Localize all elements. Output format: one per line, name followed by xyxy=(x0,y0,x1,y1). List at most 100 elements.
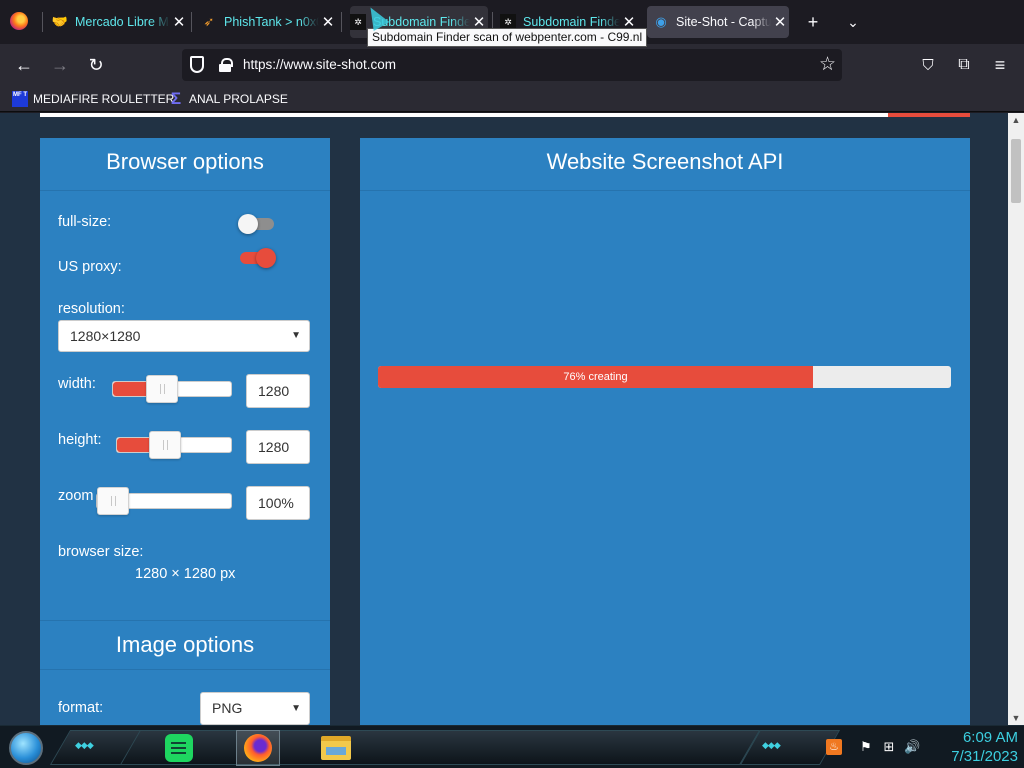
close-icon[interactable]: ✕ xyxy=(319,13,337,31)
new-tab-button[interactable]: + xyxy=(800,9,826,35)
shield-icon[interactable] xyxy=(190,56,204,73)
tab-title: PhishTank > n0x0 xyxy=(224,15,319,29)
taskbar-firefox-app[interactable] xyxy=(236,730,280,766)
close-icon[interactable]: ✕ xyxy=(170,13,188,31)
taskbar-ornament: ◆◆◆ xyxy=(75,740,94,750)
taskbar-notes-app[interactable] xyxy=(157,730,201,766)
us-proxy-label: US proxy: xyxy=(58,259,122,275)
firefox-icon xyxy=(244,734,272,762)
tab-strip: 🤝 Mercado Libre M ✕ ➶ PhishTank > n0x0 ✕… xyxy=(0,0,1024,47)
forward-button[interactable]: → xyxy=(46,51,74,79)
slider-handle[interactable] xyxy=(97,487,129,515)
system-clock[interactable]: 6:09 AM 7/31/2023 xyxy=(928,728,1018,766)
full-size-toggle[interactable] xyxy=(238,214,274,234)
clock-date: 7/31/2023 xyxy=(951,748,1018,765)
progress-label: 76% creating xyxy=(563,371,628,383)
tab-separator xyxy=(191,12,192,32)
lock-icon[interactable] xyxy=(219,58,233,72)
browser-options-panel: Browser options full-size: US proxy: res… xyxy=(40,138,330,725)
toggle-knob xyxy=(256,248,276,268)
handshake-icon: 🤝 xyxy=(51,14,69,29)
zoom-label: zoom xyxy=(58,488,94,504)
browser-window: 🤝 Mercado Libre M ✕ ➶ PhishTank > n0x0 ✕… xyxy=(0,0,1024,768)
scroll-down-icon[interactable]: ▼ xyxy=(1008,711,1024,725)
toggle-knob xyxy=(238,214,258,234)
height-slider[interactable] xyxy=(116,431,232,459)
flag-icon[interactable]: ⚑ xyxy=(858,739,874,755)
tab-separator xyxy=(42,12,43,32)
full-size-label: full-size: xyxy=(58,214,112,230)
format-value: PNG xyxy=(212,700,243,716)
pocket-icon: ⛉ xyxy=(922,56,934,74)
bookmark-mediafire[interactable]: MF T MEDIAFIRE ROULETTER xyxy=(12,90,174,108)
width-label: width: xyxy=(58,376,96,392)
taskbar-ornament: ◆◆◆ xyxy=(762,740,781,750)
us-proxy-toggle[interactable] xyxy=(240,248,276,268)
width-input[interactable]: 1280 xyxy=(246,374,310,408)
bookmark-label: MEDIAFIRE ROULETTER xyxy=(33,92,175,106)
taskbar-file-explorer-app[interactable] xyxy=(314,730,358,766)
back-button[interactable]: ← xyxy=(10,51,38,79)
slider-handle[interactable] xyxy=(149,431,181,459)
tab-mercado-libre[interactable]: 🤝 Mercado Libre M ✕ xyxy=(52,6,188,38)
puzzle-icon: ⧉ xyxy=(958,56,970,73)
slider-handle[interactable] xyxy=(146,375,178,403)
scrollbar-thumb[interactable] xyxy=(1011,139,1021,203)
list-all-tabs-button[interactable]: ⌄ xyxy=(840,9,866,35)
mediafire-icon: MF T xyxy=(12,91,28,107)
bookmarks-toolbar: MF T MEDIAFIRE ROULETTER Σ ANAL PROLAPSE xyxy=(0,86,1024,112)
zoom-slider[interactable] xyxy=(96,487,232,515)
tab-phishtank[interactable]: ➶ PhishTank > n0x0 ✕ xyxy=(201,6,337,38)
url-input-strip xyxy=(40,113,970,117)
arrow-left-icon: ← xyxy=(15,54,33,75)
pocket-button[interactable]: ⛉ xyxy=(914,51,942,79)
reload-button[interactable]: ↻ xyxy=(82,51,110,79)
progress-bar: 76% creating xyxy=(378,366,951,388)
page-scrollbar[interactable]: ▲ ▼ xyxy=(1008,113,1024,725)
clock-time: 6:09 AM xyxy=(962,729,1018,746)
start-button[interactable] xyxy=(9,731,43,765)
scroll-up-icon[interactable]: ▲ xyxy=(1008,113,1024,127)
c99-icon: ✲ xyxy=(350,14,366,30)
tab-site-shot[interactable]: ◉ Site-Shot - Captu ✕ xyxy=(647,6,789,38)
fish-icon: ➶ xyxy=(203,14,215,29)
bookmark-star-icon[interactable]: ☆ xyxy=(819,53,836,76)
chevron-down-icon: ▼ xyxy=(291,330,301,341)
volume-icon[interactable]: 🔊 xyxy=(904,739,920,755)
zoom-input[interactable]: 100% xyxy=(246,486,310,520)
api-panel-heading: Website Screenshot API xyxy=(360,138,970,191)
tab-tooltip: Subdomain Finder scan of webpenter.com -… xyxy=(367,28,648,47)
chevron-down-icon: ▼ xyxy=(291,703,301,714)
tab-title: Subdomain Finde xyxy=(523,15,620,29)
tab-title: Mercado Libre M xyxy=(75,15,169,29)
screenshot-api-panel: Website Screenshot API 76% creating xyxy=(360,138,970,725)
arrow-right-icon: → xyxy=(51,54,69,75)
resolution-select[interactable]: 1280×1280 ▼ xyxy=(58,320,310,352)
image-options-heading: Image options xyxy=(40,620,330,670)
format-select[interactable]: PNG ▼ xyxy=(200,692,310,725)
page-content: Browser options full-size: US proxy: res… xyxy=(0,113,1008,725)
chevron-down-icon: ⌄ xyxy=(847,13,859,30)
height-input[interactable]: 1280 xyxy=(246,430,310,464)
hamburger-icon: ≡ xyxy=(994,54,1006,75)
bookmark-label: ANAL PROLAPSE xyxy=(189,92,288,106)
browser-size-value: 1280 × 1280 px xyxy=(135,566,236,582)
taskbar-decoration xyxy=(119,730,761,765)
network-icon[interactable]: ⊞ xyxy=(881,739,897,755)
submit-button-edge[interactable] xyxy=(888,113,970,117)
menu-button[interactable]: ≡ xyxy=(986,51,1014,79)
extensions-button[interactable]: ⧉ xyxy=(950,51,978,79)
browser-options-heading: Browser options xyxy=(40,138,330,191)
camera-icon: ◉ xyxy=(655,14,667,29)
url-text[interactable]: https://www.site-shot.com xyxy=(243,57,396,72)
width-slider[interactable] xyxy=(112,375,232,403)
tab-title: Site-Shot - Captu xyxy=(676,15,771,29)
url-bar[interactable]: https://www.site-shot.com ☆ xyxy=(182,49,842,81)
java-icon[interactable]: ♨ xyxy=(826,739,842,755)
tab-separator xyxy=(341,12,342,32)
plus-icon: + xyxy=(807,11,819,32)
firefox-menu-icon[interactable] xyxy=(10,12,28,30)
resolution-value: 1280×1280 xyxy=(70,328,141,344)
close-icon[interactable]: ✕ xyxy=(771,13,789,31)
bookmark-anal-prolapse[interactable]: Σ ANAL PROLAPSE xyxy=(168,90,288,108)
